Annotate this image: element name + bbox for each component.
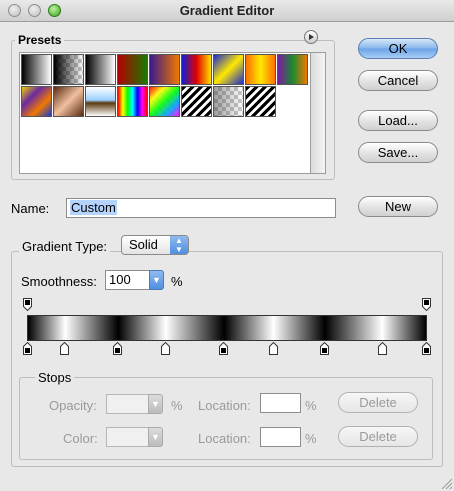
smoothness-input[interactable]: 100 <box>105 270 151 290</box>
presets-label: Presets <box>15 33 65 47</box>
gradient-preview-bar[interactable] <box>27 315 427 341</box>
ok-button[interactable]: OK <box>358 38 438 59</box>
preset-swatch-transparent-stripes[interactable] <box>181 86 212 117</box>
presets-scrollbar[interactable] <box>311 52 326 174</box>
preset-swatch-violet-green-orange[interactable] <box>277 54 308 85</box>
opacity-dropdown-chevron-icon[interactable]: ▼ <box>148 394 163 414</box>
color-location-input[interactable] <box>260 427 301 447</box>
presets-swatch-area <box>19 52 311 174</box>
gradient-editor-window: Gradient Editor Presets OK Cancel Load..… <box>0 0 454 491</box>
preset-swatch-foreground-to-transparent[interactable] <box>53 54 84 85</box>
color-stop-5[interactable] <box>268 342 278 355</box>
resize-grip-icon[interactable] <box>440 477 452 489</box>
color-stop-7[interactable] <box>377 342 387 355</box>
preset-swatch-neutral-density[interactable] <box>213 86 244 117</box>
stops-label: Stops <box>35 370 75 385</box>
name-input-value: Custom <box>70 200 117 215</box>
opacity-input[interactable] <box>106 394 150 414</box>
smoothness-label: Smoothness: <box>21 274 97 289</box>
color-label: Color: <box>63 431 98 446</box>
preset-swatch-yellow-violet-orange-blue[interactable] <box>21 86 52 117</box>
preset-swatch-red-green[interactable] <box>117 54 148 85</box>
preset-swatch-copper[interactable] <box>53 86 84 117</box>
chevron-updown-icon: ▲ ▼ <box>170 236 188 254</box>
opacity-location-input[interactable] <box>260 393 301 413</box>
stops-group <box>19 377 433 460</box>
preset-swatch-transparent-rainbow[interactable] <box>149 86 180 117</box>
opacity-delete-button[interactable]: Delete <box>338 392 418 413</box>
preset-swatch-black-white-stripes[interactable] <box>245 86 276 117</box>
color-delete-button[interactable]: Delete <box>338 426 418 447</box>
smoothness-dropdown-chevron-icon[interactable]: ▼ <box>149 270 164 290</box>
presets-menu-arrow-icon[interactable] <box>304 30 318 44</box>
preset-swatch-black-white[interactable] <box>85 54 116 85</box>
color-stop-2[interactable] <box>113 342 123 355</box>
color-stop-3[interactable] <box>160 342 170 355</box>
color-stop-1[interactable] <box>59 342 69 355</box>
opacity-location-unit: % <box>305 398 317 413</box>
save-button[interactable]: Save... <box>358 142 438 163</box>
color-location-label: Location: <box>198 431 251 446</box>
gradient-type-label: Gradient Type: <box>19 239 111 254</box>
name-input[interactable]: Custom <box>66 198 336 218</box>
smoothness-unit: % <box>171 274 183 289</box>
opacity-stop-0[interactable] <box>22 298 32 311</box>
gradient-type-value: Solid <box>129 237 158 252</box>
color-stop-4[interactable] <box>219 342 229 355</box>
preset-swatch-orange-yellow-orange[interactable] <box>245 54 276 85</box>
opacity-unit: % <box>171 398 183 413</box>
opacity-stop-1[interactable] <box>421 298 431 311</box>
window-title: Gradient Editor <box>179 3 275 18</box>
cancel-button[interactable]: Cancel <box>358 70 438 91</box>
preset-swatch-foreground-to-background[interactable] <box>21 54 52 85</box>
opacity-label: Opacity: <box>49 398 97 413</box>
color-dropdown-chevron-icon[interactable]: ▼ <box>148 427 163 447</box>
color-stop-8[interactable] <box>421 342 431 355</box>
color-swatch-field[interactable] <box>106 427 150 447</box>
preset-swatch-spectrum[interactable] <box>117 86 148 117</box>
preset-swatch-blue-yellow-blue[interactable] <box>213 54 244 85</box>
gradient-type-select[interactable]: Solid ▲ ▼ <box>121 235 189 255</box>
color-location-unit: % <box>305 431 317 446</box>
title-bar[interactable]: Gradient Editor <box>0 0 454 22</box>
name-label: Name: <box>11 201 50 216</box>
color-stop-0[interactable] <box>22 342 32 355</box>
preset-swatch-violet-orange[interactable] <box>149 54 180 85</box>
color-stop-6[interactable] <box>320 342 330 355</box>
load-button[interactable]: Load... <box>358 110 438 131</box>
opacity-location-label: Location: <box>198 398 251 413</box>
preset-swatch-chrome[interactable] <box>85 86 116 117</box>
preset-swatch-blue-red-yellow[interactable] <box>181 54 212 85</box>
new-button[interactable]: New <box>358 196 438 217</box>
